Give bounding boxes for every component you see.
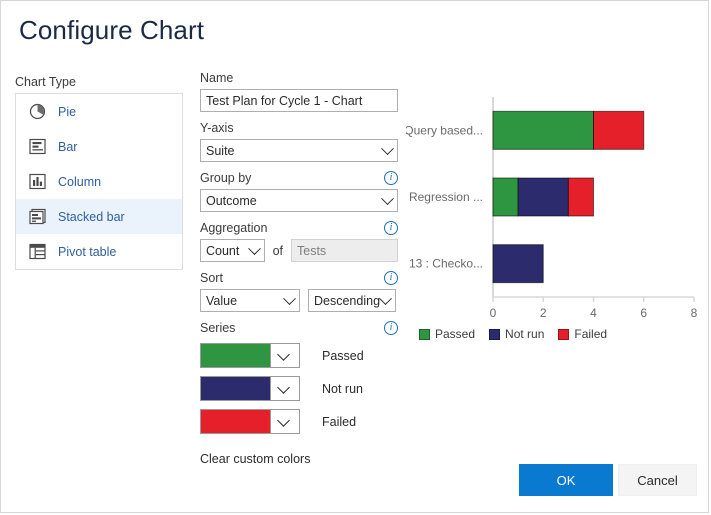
svg-text:2: 2 bbox=[540, 306, 547, 320]
series-row-not-run: Not run bbox=[200, 376, 398, 401]
sort-row: Value Descending bbox=[200, 289, 398, 312]
series-color-picker-passed[interactable] bbox=[200, 343, 300, 368]
chart-type-item-pie[interactable]: Pie bbox=[16, 94, 182, 129]
chevron-down-icon bbox=[381, 142, 394, 155]
chart-preview: 0 2 4 6 8 Query based... Regression ... 13 : Ch… bbox=[406, 89, 701, 344]
series-info-icon[interactable]: i bbox=[384, 321, 398, 335]
group-by-value: Outcome bbox=[206, 194, 257, 208]
series-name-failed: Failed bbox=[322, 415, 356, 429]
clear-custom-colors-link[interactable]: Clear custom colors bbox=[200, 452, 310, 466]
legend-item: Failed bbox=[558, 327, 607, 341]
sort-label: Sort bbox=[200, 271, 223, 285]
bar-chart-icon bbox=[28, 138, 46, 156]
ok-button[interactable]: OK bbox=[519, 464, 613, 496]
column-chart-icon bbox=[28, 173, 46, 191]
stacked-bar-chart: 0 2 4 6 8 Query based... Regression ... 13 : Ch… bbox=[406, 89, 701, 344]
name-label: Name bbox=[200, 71, 398, 85]
name-input[interactable] bbox=[200, 89, 398, 112]
aggregation-row: Count of bbox=[200, 239, 398, 262]
sort-by-select[interactable]: Value bbox=[200, 289, 300, 312]
series-color-picker-not-run[interactable] bbox=[200, 376, 300, 401]
svg-text:4: 4 bbox=[590, 306, 597, 320]
legend-item: Passed bbox=[419, 327, 475, 341]
series-name-passed: Passed bbox=[322, 349, 364, 363]
series-color-swatch-passed bbox=[201, 344, 270, 367]
series-color-picker-failed[interactable] bbox=[200, 409, 300, 434]
chart-type-item-bar[interactable]: Bar bbox=[16, 129, 182, 164]
series-name-not-run: Not run bbox=[322, 382, 363, 396]
aggregation-function-select[interactable]: Count bbox=[200, 239, 265, 262]
svg-text:0: 0 bbox=[490, 306, 497, 320]
series-row-failed: Failed bbox=[200, 409, 398, 434]
aggregation-function-value: Count bbox=[206, 244, 239, 258]
chart-type-label: Chart Type bbox=[15, 75, 76, 89]
group-by-info-icon[interactable]: i bbox=[384, 171, 398, 185]
chart-type-item-stacked-bar[interactable]: Stacked bar bbox=[16, 199, 182, 234]
legend-item: Not run bbox=[489, 327, 544, 341]
series-color-swatch-failed bbox=[201, 410, 270, 433]
series-color-swatch-not-run bbox=[201, 377, 270, 400]
chart-type-label-stacked-bar: Stacked bar bbox=[58, 210, 125, 224]
chart-type-list: Pie Bar Column bbox=[15, 93, 183, 270]
y-axis-label: Y-axis bbox=[200, 121, 398, 135]
aggregation-field-input bbox=[291, 239, 398, 262]
series-row-passed: Passed bbox=[200, 343, 398, 368]
sort-direction-value: Descending bbox=[314, 294, 380, 308]
legend-label: Not run bbox=[505, 327, 544, 341]
y-axis-select[interactable]: Suite bbox=[200, 139, 398, 162]
chart-type-label-pie: Pie bbox=[58, 105, 76, 119]
svg-text:13 : Checko...: 13 : Checko... bbox=[409, 257, 483, 271]
svg-text:Regression ...: Regression ... bbox=[409, 190, 483, 204]
chart-config-form: Name Y-axis Suite Group by i Outcome Agg… bbox=[200, 71, 398, 468]
chart-legend: Passed Not run Failed bbox=[419, 327, 607, 341]
svg-text:6: 6 bbox=[640, 306, 647, 320]
chevron-down-icon[interactable] bbox=[270, 410, 299, 433]
legend-swatch bbox=[558, 329, 569, 340]
y-axis-value: Suite bbox=[206, 144, 235, 158]
sort-direction-select[interactable]: Descending bbox=[308, 289, 396, 312]
svg-text:8: 8 bbox=[691, 306, 698, 320]
page-title: Configure Chart bbox=[19, 15, 204, 46]
aggregation-label: Aggregation bbox=[200, 221, 267, 235]
chevron-down-icon bbox=[283, 292, 296, 305]
svg-text:Query based...: Query based... bbox=[406, 123, 483, 137]
group-by-select[interactable]: Outcome bbox=[200, 189, 398, 212]
aggregation-of-label: of bbox=[273, 244, 283, 258]
series-label: Series bbox=[200, 321, 235, 335]
group-by-label: Group by bbox=[200, 171, 251, 185]
legend-swatch bbox=[489, 329, 500, 340]
cancel-button[interactable]: Cancel bbox=[618, 464, 697, 496]
chart-type-label-column: Column bbox=[58, 175, 101, 189]
legend-label: Passed bbox=[435, 327, 475, 341]
chevron-down-icon bbox=[248, 242, 261, 255]
chart-type-label-bar: Bar bbox=[58, 140, 77, 154]
pie-chart-icon bbox=[28, 103, 46, 121]
chart-type-label-pivot-table: Pivot table bbox=[58, 245, 116, 259]
aggregation-info-icon[interactable]: i bbox=[384, 221, 398, 235]
chevron-down-icon[interactable] bbox=[270, 344, 299, 367]
sort-by-value: Value bbox=[206, 294, 237, 308]
sort-info-icon[interactable]: i bbox=[384, 271, 398, 285]
pivot-table-icon bbox=[28, 243, 46, 261]
chevron-down-icon bbox=[381, 192, 394, 205]
stacked-bar-chart-icon bbox=[28, 208, 46, 226]
chevron-down-icon[interactable] bbox=[270, 377, 299, 400]
legend-label: Failed bbox=[574, 327, 607, 341]
legend-swatch bbox=[419, 329, 430, 340]
chart-type-item-pivot-table[interactable]: Pivot table bbox=[16, 234, 182, 269]
chart-type-item-column[interactable]: Column bbox=[16, 164, 182, 199]
configure-chart-dialog: Configure Chart Chart Type Pie bbox=[0, 0, 709, 513]
chevron-down-icon bbox=[379, 292, 392, 305]
